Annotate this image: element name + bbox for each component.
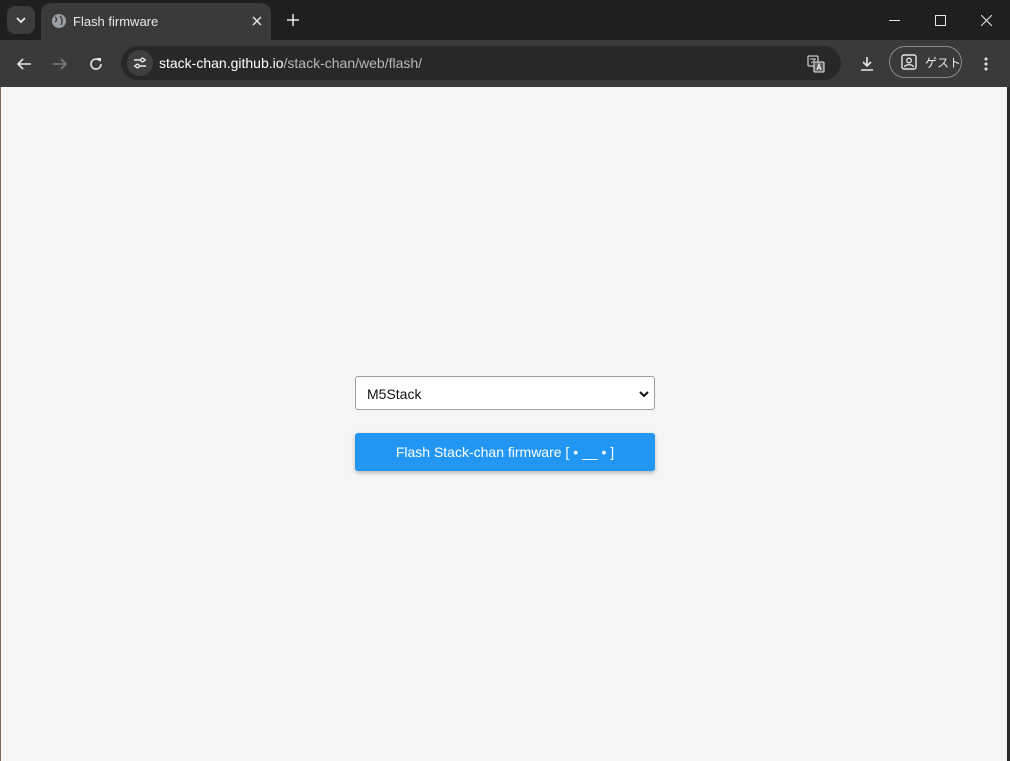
close-icon (252, 16, 262, 26)
profile-label: ゲスト (925, 55, 962, 70)
flash-button-label: Flash Stack-chan firmware [ • __ • ] (395, 444, 615, 460)
back-button[interactable] (8, 48, 40, 80)
window-edge-left (0, 87, 1, 761)
close-icon (980, 14, 992, 26)
tune-icon (134, 57, 146, 69)
profile-button[interactable]: ゲスト (889, 46, 962, 78)
flash-firmware-button[interactable]: Flash Stack-chan firmware [ • __ • ] (355, 433, 655, 471)
chevron-down-icon (639, 391, 649, 398)
close-window-button[interactable] (963, 0, 1009, 40)
more-vertical-icon (984, 57, 988, 71)
reload-icon (90, 58, 102, 70)
translate-icon (807, 55, 825, 73)
translate-button[interactable] (805, 53, 827, 75)
browser-window: Flash firmware stack-chan.github.io/stac… (0, 0, 1010, 761)
chevron-down-icon (16, 17, 26, 24)
board-select[interactable]: M5Stack (355, 376, 655, 410)
address-bar[interactable]: stack-chan.github.io/stack-chan/web/flas… (121, 46, 841, 80)
maximize-icon (934, 14, 946, 26)
arrow-left-icon (16, 58, 31, 70)
arrow-right-icon (53, 58, 68, 70)
site-info-button[interactable] (127, 50, 153, 76)
url-host: stack-chan.github.io (159, 55, 284, 71)
page-content: M5Stack Flash Stack-chan firmware [ • __… (1, 87, 1007, 760)
tab-active[interactable]: Flash firmware (41, 3, 271, 40)
plus-icon (287, 14, 299, 26)
tab-strip: Flash firmware (0, 0, 1010, 40)
menu-button[interactable] (970, 48, 1002, 80)
download-icon (861, 57, 873, 71)
tab-title: Flash firmware (73, 14, 159, 29)
forward-button[interactable] (44, 48, 76, 80)
url-path: /stack-chan/web/flash/ (283, 55, 423, 71)
browser-toolbar: stack-chan.github.io/stack-chan/web/flas… (0, 40, 1010, 87)
minimize-button[interactable] (871, 0, 917, 40)
new-tab-button[interactable] (281, 8, 305, 32)
tab-search-button[interactable] (7, 6, 35, 34)
globe-icon (52, 14, 66, 28)
tab-close-button[interactable] (247, 11, 267, 31)
maximize-button[interactable] (917, 0, 963, 40)
guest-profile-icon (901, 54, 917, 70)
url-text: stack-chan.github.io/stack-chan/web/flas… (159, 55, 422, 71)
downloads-button[interactable] (851, 48, 883, 80)
board-select-value: M5Stack (367, 386, 422, 402)
reload-button[interactable] (80, 48, 112, 80)
minimize-icon (888, 19, 900, 21)
